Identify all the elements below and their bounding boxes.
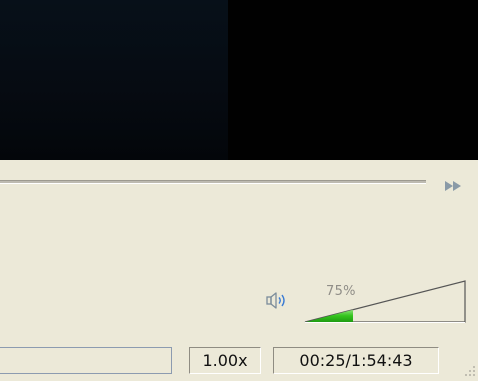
playback-rate-display[interactable]: 1.00x: [189, 347, 261, 374]
status-message-field: [0, 347, 172, 374]
fast-forward-button[interactable]: [443, 178, 467, 192]
fast-forward-icon: [445, 181, 461, 191]
speaker-icon: [266, 292, 285, 309]
volume-percent-label: 75%: [326, 284, 356, 299]
video-frame: [0, 0, 228, 160]
time-display: 00:25/1:54:43: [273, 347, 439, 374]
seek-bar[interactable]: [0, 180, 426, 184]
resize-grip[interactable]: [462, 362, 476, 376]
resize-grip-icon: [465, 366, 475, 376]
video-display[interactable]: [0, 0, 478, 160]
mute-button[interactable]: [265, 290, 291, 312]
